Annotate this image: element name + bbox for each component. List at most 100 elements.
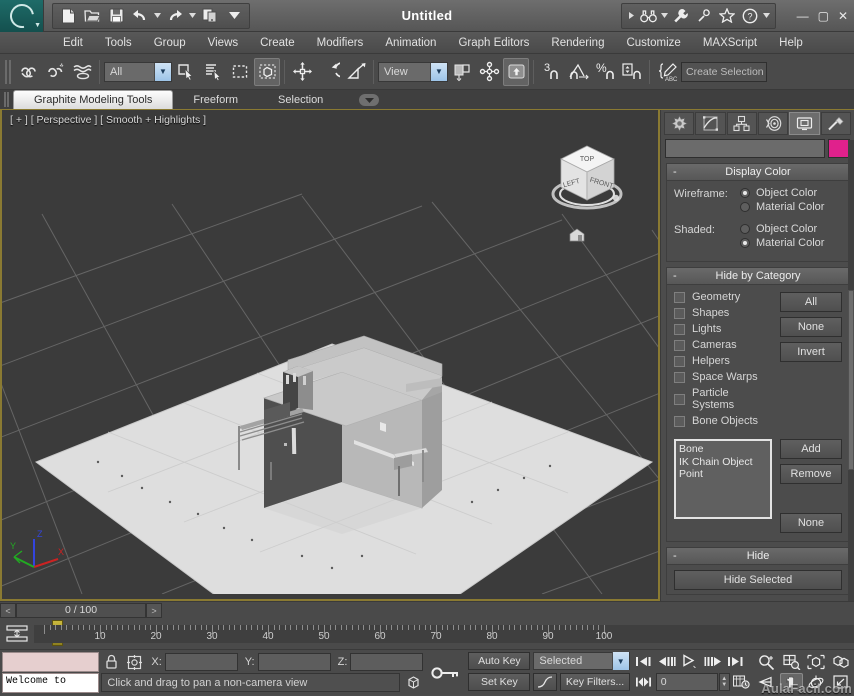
set-key-mode-icon[interactable] <box>425 652 465 693</box>
create-selection-set-input[interactable]: Create Selection S <box>681 61 767 82</box>
field-of-view-icon[interactable] <box>756 673 778 691</box>
viewport-perspective[interactable]: [ + ] [ Perspective ] [ Smooth + Highlig… <box>0 110 660 601</box>
wireframe-object-color-radio[interactable]: Object Color <box>740 187 842 199</box>
category-checkbox-shapes[interactable]: Shapes <box>674 307 772 319</box>
object-name-input[interactable] <box>665 139 825 158</box>
bind-space-warp-icon[interactable] <box>69 58 95 86</box>
key-mode-selection-dropdown[interactable]: Selected ▼ <box>533 652 630 670</box>
snaps-toggle-icon[interactable]: 3 <box>538 58 564 86</box>
zoom-all-icon[interactable] <box>781 653 804 671</box>
open-file-icon[interactable] <box>81 5 103 27</box>
category-checkbox-lights[interactable]: Lights <box>674 323 772 335</box>
category-checkbox-bone-objects[interactable]: Bone Objects <box>674 415 772 427</box>
select-by-name-icon[interactable] <box>200 58 226 86</box>
new-file-icon[interactable] <box>57 5 79 27</box>
create-tab[interactable] <box>664 112 695 135</box>
display-tab[interactable] <box>789 112 820 135</box>
rectangular-region-icon[interactable] <box>227 58 253 86</box>
ribbon-grip[interactable] <box>4 92 9 107</box>
search-binoculars-icon[interactable] <box>637 5 659 27</box>
qat-dropdown-icon[interactable] <box>223 5 245 27</box>
menu-item-graph-editors[interactable]: Graph Editors <box>447 34 540 52</box>
menu-item-tools[interactable]: Tools <box>94 34 143 52</box>
category-checkbox-space-warps[interactable]: Space Warps <box>674 371 772 383</box>
list-item[interactable]: IK Chain Object <box>679 456 767 469</box>
menu-item-modifiers[interactable]: Modifiers <box>306 34 375 52</box>
undo-dropdown-icon[interactable] <box>153 5 162 27</box>
zoom-extents-all-icon[interactable] <box>830 653 853 671</box>
shaded-material-color-radio[interactable]: Material Color <box>740 237 842 249</box>
spinner-snap-icon[interactable] <box>619 58 645 86</box>
hide-header[interactable]: - Hide <box>667 548 849 565</box>
star-favorites-icon[interactable] <box>716 5 738 27</box>
hierarchy-tab[interactable] <box>726 112 757 135</box>
current-frame-input[interactable]: 0 <box>655 673 718 691</box>
toolbar-grip[interactable] <box>5 59 11 84</box>
category-checkbox-cameras[interactable]: Cameras <box>674 339 772 351</box>
all-button[interactable]: All <box>780 292 842 312</box>
add-button[interactable]: Add <box>780 439 842 459</box>
absolute-relative-toggle-icon[interactable] <box>124 653 144 672</box>
set-key-button[interactable]: Set Key <box>468 673 531 691</box>
category-checkbox-geometry[interactable]: Geometry <box>674 291 772 303</box>
previous-frame-icon[interactable] <box>656 652 678 670</box>
remove-button[interactable]: Remove <box>780 464 842 484</box>
ribbon-tab-freeform[interactable]: Freeform <box>173 90 258 109</box>
motion-tab[interactable] <box>757 112 789 135</box>
object-color-swatch[interactable] <box>828 139 850 158</box>
menu-item-rendering[interactable]: Rendering <box>540 34 615 52</box>
scrollbar-thumb[interactable] <box>848 290 854 470</box>
select-and-move-icon[interactable] <box>289 58 315 86</box>
menu-item-maxscript[interactable]: MAXScript <box>692 34 768 52</box>
close-button[interactable]: ✕ <box>838 10 848 22</box>
select-and-rotate-icon[interactable] <box>316 58 342 86</box>
hide-selected-button[interactable]: Hide Selected <box>674 570 842 590</box>
menu-item-create[interactable]: Create <box>249 34 306 52</box>
select-object-icon[interactable] <box>173 58 199 86</box>
percent-snap-icon[interactable]: % <box>592 58 618 86</box>
display-color-header[interactable]: - Display Color <box>667 164 849 181</box>
redo-icon[interactable] <box>164 5 186 27</box>
ribbon-tab-graphite-modeling-tools[interactable]: Graphite Modeling Tools <box>13 90 174 109</box>
autodesk-tool-icon[interactable] <box>693 5 715 27</box>
list-item[interactable]: Point <box>679 468 767 481</box>
select-and-scale-icon[interactable] <box>343 58 369 86</box>
zoom-icon[interactable] <box>756 653 779 671</box>
named-selection-sets-icon[interactable]: ABC <box>654 58 680 86</box>
wrench-icon[interactable] <box>670 5 692 27</box>
viewport-canvas[interactable]: [ + ] [ Perspective ] [ Smooth + Highlig… <box>2 110 658 599</box>
wireframe-material-color-radio[interactable]: Material Color <box>740 201 842 213</box>
category-checkbox-helpers[interactable]: Helpers <box>674 355 772 367</box>
maxscript-input[interactable] <box>2 652 100 672</box>
shaded-object-color-radio[interactable]: Object Color <box>740 223 842 235</box>
menu-item-edit[interactable]: Edit <box>52 34 94 52</box>
timeline-ruler[interactable]: 10 20 30 40 50 60 70 80 90 100 <box>34 625 854 643</box>
window-crossing-icon[interactable] <box>254 57 280 86</box>
invert-button[interactable]: Invert <box>780 342 842 362</box>
project-folder-icon[interactable] <box>199 5 221 27</box>
category-checkbox-particle-systems[interactable]: Particle Systems <box>674 387 772 411</box>
orbit-icon[interactable] <box>805 673 827 691</box>
z-coordinate-input[interactable] <box>350 653 424 672</box>
play-animation-icon[interactable] <box>679 652 701 670</box>
pan-view-icon[interactable] <box>780 673 804 691</box>
use-center-icon[interactable] <box>449 58 475 86</box>
y-coordinate-input[interactable] <box>257 653 331 672</box>
timeline-prev-button[interactable]: < <box>0 603 16 618</box>
selection-filter-dropdown[interactable]: All ▼ <box>104 61 172 82</box>
redo-dropdown-icon[interactable] <box>188 5 197 27</box>
save-file-icon[interactable] <box>105 5 127 27</box>
modify-tab[interactable] <box>695 112 726 135</box>
key-mode-toggle-icon[interactable] <box>633 673 655 691</box>
minimize-button[interactable]: — <box>797 10 809 22</box>
ribbon-expand-dropdown-icon[interactable] <box>359 94 380 106</box>
maximize-viewport-icon[interactable] <box>830 673 852 691</box>
menu-item-group[interactable]: Group <box>143 34 197 52</box>
utilities-tab[interactable] <box>820 112 851 135</box>
select-and-link-icon[interactable] <box>15 58 41 86</box>
hide-by-category-header[interactable]: - Hide by Category <box>667 268 849 285</box>
viewport-label[interactable]: [ + ] [ Perspective ] [ Smooth + Highlig… <box>10 114 206 126</box>
track-bar-key-icon[interactable] <box>0 623 34 645</box>
auto-key-button[interactable]: Auto Key <box>468 652 531 670</box>
maxscript-output[interactable]: Welcome to <box>2 673 100 693</box>
